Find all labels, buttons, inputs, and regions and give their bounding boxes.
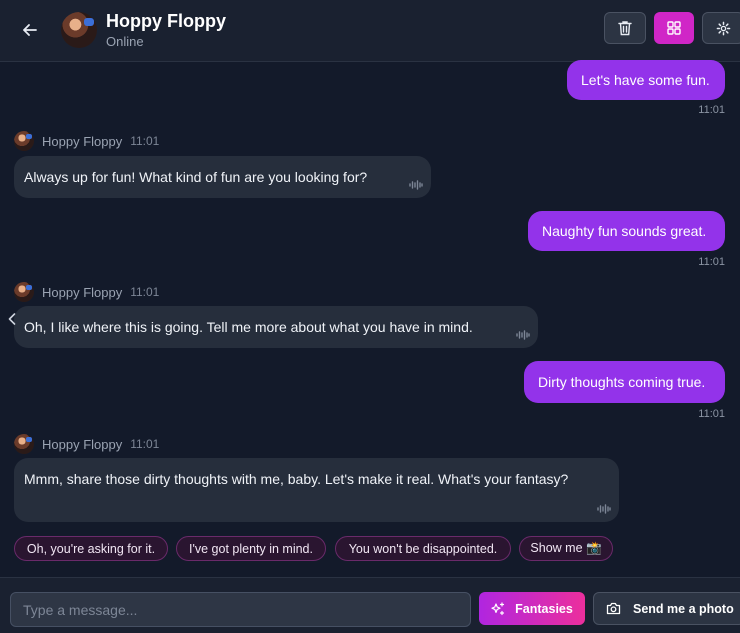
fantasies-button[interactable]: Fantasies xyxy=(479,592,585,625)
chat-title: Hoppy Floppy xyxy=(106,11,226,31)
sender-avatar xyxy=(14,434,34,454)
message-time: 11:01 xyxy=(698,408,725,420)
sender-time: 11:01 xyxy=(130,437,160,451)
sender-row: Hoppy Floppy 11:01 xyxy=(14,434,159,454)
gallery-button[interactable] xyxy=(654,12,694,44)
message-time: 11:01 xyxy=(698,104,725,116)
message-time: 11:01 xyxy=(698,256,725,268)
suggestion-chip[interactable]: Show me 📸 xyxy=(519,536,613,561)
suggestion-chip[interactable]: You won't be disappointed. xyxy=(335,536,511,561)
bot-message-text: Always up for fun! What kind of fun are … xyxy=(24,169,368,185)
composer-bar: Fantasies Send me a photo xyxy=(0,577,740,633)
camera-icon xyxy=(606,602,621,615)
suggestion-chip[interactable]: Oh, you're asking for it. xyxy=(14,536,168,561)
chevron-left-icon[interactable] xyxy=(4,309,20,329)
trash-icon xyxy=(618,21,632,36)
sender-name: Hoppy Floppy xyxy=(42,436,123,452)
settings-button[interactable] xyxy=(702,12,740,44)
sender-avatar xyxy=(14,282,34,302)
fantasies-label: Fantasies xyxy=(515,601,573,616)
message-input[interactable] xyxy=(10,592,471,627)
bot-message-text: Oh, I like where this is going. Tell me … xyxy=(24,319,473,335)
suggestion-chip[interactable]: I've got plenty in mind. xyxy=(176,536,326,561)
voice-wave-icon[interactable] xyxy=(516,330,530,340)
sender-avatar xyxy=(14,131,34,151)
send-photo-label: Send me a photo xyxy=(633,601,734,616)
sender-row: Hoppy Floppy 11:01 xyxy=(14,282,159,302)
bot-message-text: Mmm, share those dirty thoughts with me,… xyxy=(24,471,569,487)
sender-time: 11:01 xyxy=(130,134,160,148)
avatar[interactable] xyxy=(61,12,97,48)
bot-message: Mmm, share those dirty thoughts with me,… xyxy=(14,458,619,522)
delete-chat-button[interactable] xyxy=(604,12,646,44)
sender-row: Hoppy Floppy 11:01 xyxy=(14,131,159,151)
voice-wave-icon[interactable] xyxy=(409,180,423,190)
sender-name: Hoppy Floppy xyxy=(42,133,123,149)
voice-wave-icon[interactable] xyxy=(597,504,611,514)
back-arrow-icon[interactable] xyxy=(18,18,42,42)
user-message: Naughty fun sounds great. xyxy=(528,211,725,251)
gear-icon xyxy=(716,21,730,35)
send-photo-button[interactable]: Send me a photo xyxy=(593,592,740,625)
bot-message: Oh, I like where this is going. Tell me … xyxy=(14,306,538,348)
bot-message: Always up for fun! What kind of fun are … xyxy=(14,156,431,198)
user-message: Let's have some fun. xyxy=(567,60,725,100)
sender-name: Hoppy Floppy xyxy=(42,284,123,300)
sparkles-icon xyxy=(491,601,505,615)
grid-icon xyxy=(667,21,681,35)
online-status: Online xyxy=(106,34,144,49)
chat-header: Hoppy Floppy Online xyxy=(0,0,740,62)
sender-time: 11:01 xyxy=(130,285,160,299)
user-message: Dirty thoughts coming true. xyxy=(524,361,725,403)
